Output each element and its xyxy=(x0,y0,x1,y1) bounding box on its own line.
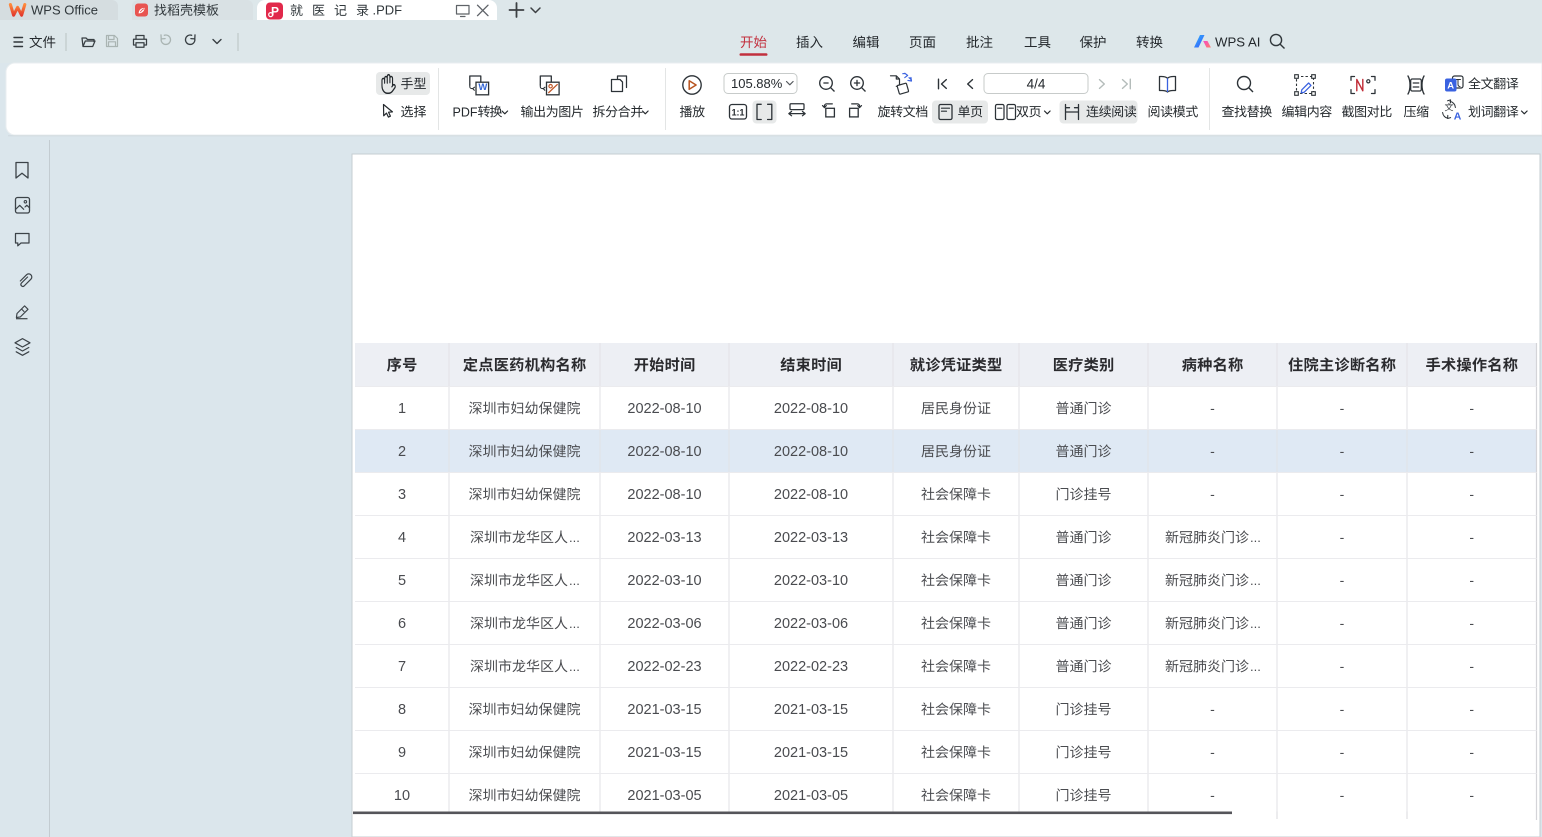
svg-text:2: 2 xyxy=(398,444,406,460)
svg-text:2022-03-13: 2022-03-13 xyxy=(627,530,701,546)
svg-text:A: A xyxy=(1447,80,1454,91)
svg-text:105.88%: 105.88% xyxy=(731,76,783,91)
svg-text:...: ... xyxy=(1250,659,1261,674)
svg-text:2021-03-05: 2021-03-05 xyxy=(627,788,701,804)
svg-text:A: A xyxy=(1454,111,1462,123)
svg-text:5: 5 xyxy=(398,573,406,589)
svg-text:2022-03-06: 2022-03-06 xyxy=(774,616,848,632)
svg-text:-: - xyxy=(1469,787,1474,803)
svg-text:2022-03-06: 2022-03-06 xyxy=(627,616,701,632)
svg-text:-: - xyxy=(1469,572,1474,588)
svg-text:...: ... xyxy=(569,616,580,631)
svg-text:WPS Office: WPS Office xyxy=(31,3,98,18)
svg-text:-: - xyxy=(1340,486,1345,502)
svg-text:6: 6 xyxy=(398,616,406,632)
svg-text:-: - xyxy=(1340,443,1345,459)
svg-text:4/4: 4/4 xyxy=(1027,77,1046,92)
svg-text:1: 1 xyxy=(398,401,406,417)
svg-text:2022-02-23: 2022-02-23 xyxy=(774,659,848,675)
svg-text:-: - xyxy=(1469,744,1474,760)
svg-text:3: 3 xyxy=(398,487,406,503)
svg-text:-: - xyxy=(1469,400,1474,416)
svg-text:4: 4 xyxy=(398,530,406,546)
svg-text:-: - xyxy=(1340,615,1345,631)
svg-text:-: - xyxy=(1469,486,1474,502)
svg-text:2022-03-13: 2022-03-13 xyxy=(774,530,848,546)
svg-text:-: - xyxy=(1340,787,1345,803)
svg-text:...: ... xyxy=(1250,573,1261,588)
svg-text:-: - xyxy=(1340,744,1345,760)
svg-text:2021-03-05: 2021-03-05 xyxy=(774,788,848,804)
svg-text:2021-03-15: 2021-03-15 xyxy=(774,702,848,718)
svg-text:-: - xyxy=(1210,744,1215,760)
svg-text:2022-08-10: 2022-08-10 xyxy=(774,487,848,503)
svg-text:-: - xyxy=(1210,486,1215,502)
svg-text:10: 10 xyxy=(394,788,410,804)
svg-text:2022-08-10: 2022-08-10 xyxy=(627,401,701,417)
svg-text:-: - xyxy=(1340,701,1345,717)
svg-text:-: - xyxy=(1469,701,1474,717)
svg-text:-: - xyxy=(1210,701,1215,717)
svg-text:...: ... xyxy=(569,659,580,674)
svg-text:-: - xyxy=(1469,529,1474,545)
svg-text:2022-08-10: 2022-08-10 xyxy=(627,487,701,503)
svg-text:PDF: PDF xyxy=(453,105,478,119)
svg-text:-: - xyxy=(1210,400,1215,416)
svg-text:2022-03-10: 2022-03-10 xyxy=(627,573,701,589)
svg-text:-: - xyxy=(1340,572,1345,588)
svg-text:W: W xyxy=(478,82,487,93)
svg-text:...: ... xyxy=(569,530,580,545)
svg-text:-: - xyxy=(1469,443,1474,459)
svg-text:-: - xyxy=(1210,787,1215,803)
svg-text:2022-08-10: 2022-08-10 xyxy=(774,401,848,417)
svg-text:.PDF: .PDF xyxy=(373,3,403,18)
svg-text:-: - xyxy=(1469,658,1474,674)
svg-text:8: 8 xyxy=(398,702,406,718)
svg-text:...: ... xyxy=(569,573,580,588)
svg-text:-: - xyxy=(1340,400,1345,416)
svg-text:...: ... xyxy=(1250,616,1261,631)
svg-text:2021-03-15: 2021-03-15 xyxy=(627,745,701,761)
svg-text:2022-02-23: 2022-02-23 xyxy=(627,659,701,675)
svg-text:1:1: 1:1 xyxy=(732,107,745,117)
svg-text:2022-08-10: 2022-08-10 xyxy=(774,444,848,460)
svg-text:-: - xyxy=(1340,529,1345,545)
svg-text:2022-03-10: 2022-03-10 xyxy=(774,573,848,589)
svg-text:WPS AI: WPS AI xyxy=(1215,35,1260,50)
svg-text:-: - xyxy=(1469,615,1474,631)
svg-text:-: - xyxy=(1210,443,1215,459)
svg-text:9: 9 xyxy=(398,745,406,761)
svg-text:2022-08-10: 2022-08-10 xyxy=(627,444,701,460)
svg-text:7: 7 xyxy=(398,659,406,675)
svg-text:...: ... xyxy=(1250,530,1261,545)
svg-text:-: - xyxy=(1340,658,1345,674)
svg-text:2021-03-15: 2021-03-15 xyxy=(774,745,848,761)
svg-text:2021-03-15: 2021-03-15 xyxy=(627,702,701,718)
